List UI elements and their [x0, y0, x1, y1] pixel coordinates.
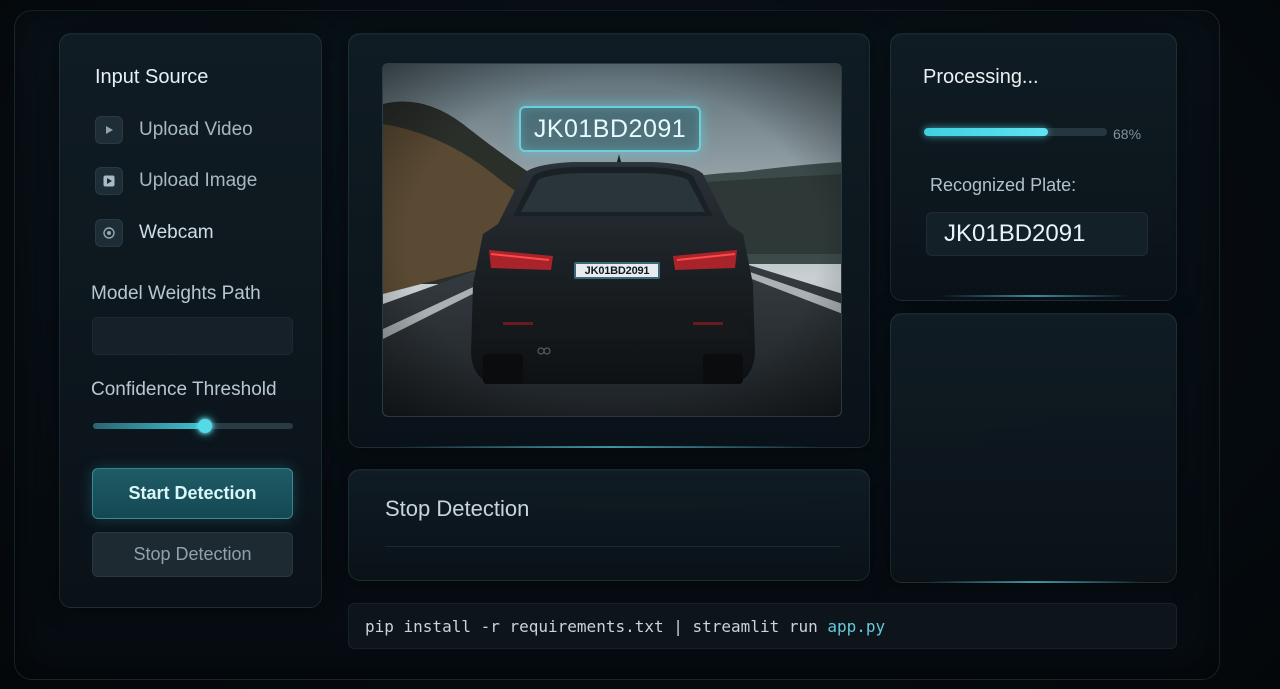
command-text: pip install -r requirements.txt | stream…	[365, 616, 828, 636]
video-preview: JK01BD2091 JK01BD2091	[382, 63, 842, 417]
license-plate: JK01BD2091	[574, 262, 660, 279]
stop-panel-divider	[385, 546, 840, 547]
glow-divider	[940, 295, 1130, 297]
recognized-plate-label: Recognized Plate:	[930, 175, 1077, 195]
input-panel: Input Source Upload Video Upload Image W…	[59, 33, 322, 608]
webcam-icon	[95, 219, 123, 247]
progress-bar	[924, 128, 1107, 136]
stop-detection-title: Stop Detection	[385, 496, 530, 521]
image-play-icon	[95, 167, 123, 195]
detected-plate-label: JK01BD2091	[519, 106, 701, 152]
upload-video-option[interactable]: Upload Video	[95, 115, 253, 145]
confidence-slider[interactable]	[93, 419, 293, 433]
progress-percent: 68%	[1113, 126, 1142, 142]
preview-panel: JK01BD2091 JK01BD2091	[348, 33, 870, 448]
upload-image-label: Upload Image	[139, 170, 258, 191]
input-source-title: Input Source	[95, 66, 209, 88]
model-weights-label: Model Weights Path	[91, 283, 261, 304]
output-panel	[890, 313, 1177, 583]
glow-divider	[930, 581, 1140, 583]
command-app: app.py	[827, 616, 886, 636]
play-icon	[95, 116, 123, 144]
confidence-label: Confidence Threshold	[91, 379, 277, 400]
confidence-slider-thumb[interactable]	[198, 419, 212, 433]
command-bar: pip install -r requirements.txt | stream…	[348, 603, 1177, 649]
recognized-plate-value: JK01BD2091	[926, 212, 1148, 256]
webcam-option[interactable]: Webcam	[95, 218, 214, 248]
stop-detection-panel[interactable]: Stop Detection	[348, 469, 870, 581]
processing-title: Processing...	[923, 66, 1039, 88]
confidence-slider-fill	[93, 423, 205, 429]
start-detection-button[interactable]: Start Detection	[92, 468, 293, 519]
stop-detection-button[interactable]: Stop Detection	[92, 532, 293, 577]
glow-divider	[400, 446, 820, 448]
model-weights-input[interactable]	[92, 317, 293, 355]
progress-bar-fill	[924, 128, 1049, 136]
upload-image-option[interactable]: Upload Image	[95, 166, 257, 196]
upload-video-label: Upload Video	[139, 119, 253, 140]
webcam-label: Webcam	[139, 222, 214, 243]
processing-panel: Processing... 68% Recognized Plate: JK01…	[890, 33, 1177, 301]
